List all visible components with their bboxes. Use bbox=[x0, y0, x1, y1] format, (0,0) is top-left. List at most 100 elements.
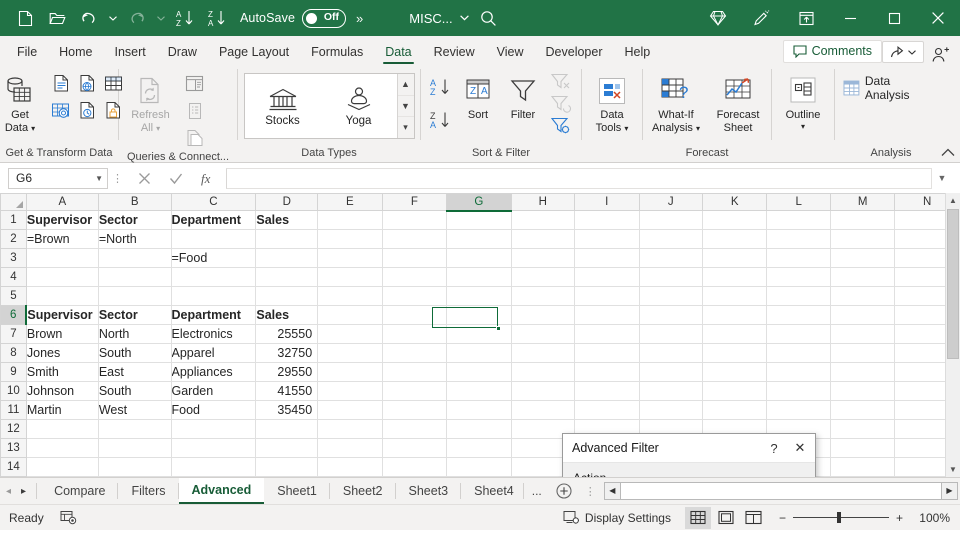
column-header-B[interactable]: B bbox=[97, 193, 172, 211]
table-row[interactable]: 7 Brown North Electronics 25550 bbox=[0, 324, 960, 344]
cell-I7[interactable] bbox=[574, 324, 640, 344]
pen-icon[interactable] bbox=[740, 0, 784, 36]
cell-A10[interactable]: Johnson bbox=[26, 381, 99, 401]
outline-button[interactable]: Outline ▾ bbox=[775, 70, 831, 131]
cell-K3[interactable] bbox=[702, 248, 768, 268]
cell-C5[interactable] bbox=[171, 286, 257, 306]
row-header-3[interactable]: 3 bbox=[0, 248, 27, 268]
close-icon[interactable]: ✕ bbox=[787, 435, 813, 461]
table-row[interactable]: 5 bbox=[0, 286, 960, 306]
cell-C15[interactable] bbox=[171, 476, 257, 477]
cell-F14[interactable] bbox=[382, 457, 448, 477]
row-header-6[interactable]: 6 bbox=[0, 305, 28, 325]
recent-sources-icon[interactable] bbox=[74, 97, 100, 124]
sheet-tab-filters[interactable]: Filters bbox=[118, 478, 179, 504]
cell-E11[interactable] bbox=[317, 400, 383, 420]
cell-M13[interactable] bbox=[830, 438, 896, 458]
cell-A2[interactable]: =Brown bbox=[26, 229, 99, 249]
row-header-1[interactable]: 1 bbox=[0, 210, 27, 230]
cell-B13[interactable] bbox=[98, 438, 172, 458]
cell-D12[interactable] bbox=[255, 419, 319, 439]
cell-C6[interactable]: Department bbox=[171, 305, 257, 325]
scroll-left-icon[interactable]: ◀ bbox=[603, 481, 621, 500]
column-header-G[interactable]: G bbox=[446, 193, 512, 212]
queries-connections-icon[interactable] bbox=[182, 70, 208, 97]
cell-D13[interactable] bbox=[255, 438, 319, 458]
cell-F6[interactable] bbox=[382, 305, 448, 325]
cell-J10[interactable] bbox=[639, 381, 703, 401]
tab-developer[interactable]: Developer bbox=[535, 42, 614, 64]
zoom-in-button[interactable]: + bbox=[896, 511, 903, 525]
cell-G4[interactable] bbox=[446, 267, 512, 287]
cell-K11[interactable] bbox=[702, 400, 768, 420]
redo-dropdown-icon[interactable] bbox=[154, 4, 168, 32]
account-icon[interactable] bbox=[924, 47, 960, 64]
maximize-button[interactable] bbox=[872, 0, 916, 36]
sort-descending-icon[interactable]: ZA bbox=[426, 103, 456, 136]
from-text-csv-icon[interactable] bbox=[48, 70, 74, 97]
cancel-icon[interactable] bbox=[128, 167, 160, 189]
next-sheet-icon[interactable]: ▸ bbox=[21, 486, 26, 497]
cell-H1[interactable] bbox=[511, 210, 576, 230]
cell-K6[interactable] bbox=[702, 305, 768, 325]
cell-M10[interactable] bbox=[830, 381, 896, 401]
row-header-8[interactable]: 8 bbox=[0, 343, 27, 363]
cell-H6[interactable] bbox=[511, 305, 576, 325]
table-row[interactable]: 4 bbox=[0, 267, 960, 287]
cell-G13[interactable] bbox=[446, 438, 512, 458]
from-picture-icon[interactable] bbox=[48, 97, 74, 124]
column-header-K[interactable]: K bbox=[701, 193, 768, 211]
table-row[interactable]: 3 =Food bbox=[0, 248, 960, 268]
row-header-15[interactable]: 15 bbox=[0, 476, 27, 477]
sort-button[interactable]: ZA Sort bbox=[456, 70, 500, 122]
column-header-D[interactable]: D bbox=[255, 193, 319, 211]
cell-K4[interactable] bbox=[702, 267, 768, 287]
cell-A15[interactable] bbox=[26, 476, 99, 477]
data-type-stocks[interactable]: Stocks bbox=[245, 74, 321, 138]
cell-I1[interactable] bbox=[574, 210, 640, 230]
cell-H10[interactable] bbox=[511, 381, 576, 401]
cell-L8[interactable] bbox=[766, 343, 831, 363]
cell-G11[interactable] bbox=[446, 400, 512, 420]
tab-review[interactable]: Review bbox=[423, 42, 486, 64]
horizontal-scrollbar[interactable]: ◀ ▶ bbox=[603, 478, 960, 504]
what-if-analysis-button[interactable]: ? What-If Analysis ▾ bbox=[646, 70, 706, 135]
cell-F7[interactable] bbox=[382, 324, 448, 344]
tab-data[interactable]: Data bbox=[374, 42, 422, 64]
minimize-button[interactable] bbox=[828, 0, 872, 36]
cell-G10[interactable] bbox=[446, 381, 512, 401]
cell-B15[interactable] bbox=[98, 476, 172, 477]
cell-I5[interactable] bbox=[574, 286, 640, 306]
cell-D6[interactable]: Sales bbox=[255, 305, 319, 325]
cell-C12[interactable] bbox=[171, 419, 257, 439]
cell-J2[interactable] bbox=[639, 229, 703, 249]
cell-B8[interactable]: South bbox=[98, 343, 172, 363]
name-box-dropdown-icon[interactable]: ▼ bbox=[95, 174, 103, 183]
vertical-scrollbar[interactable]: ▲ ▼ bbox=[945, 193, 960, 477]
cell-E2[interactable] bbox=[317, 229, 383, 249]
gallery-scroll-down-icon[interactable]: ▼ bbox=[397, 96, 414, 118]
cell-L10[interactable] bbox=[766, 381, 831, 401]
cell-B2[interactable]: =North bbox=[98, 229, 172, 249]
cell-A3[interactable] bbox=[26, 248, 99, 268]
cell-E10[interactable] bbox=[317, 381, 383, 401]
column-header-A[interactable]: A bbox=[25, 193, 99, 211]
undo-icon[interactable] bbox=[74, 4, 104, 32]
cell-A9[interactable]: Smith bbox=[26, 362, 99, 382]
cell-D2[interactable] bbox=[255, 229, 319, 249]
tab-insert[interactable]: Insert bbox=[104, 42, 157, 64]
cell-M6[interactable] bbox=[830, 305, 896, 325]
zoom-slider[interactable] bbox=[792, 512, 889, 523]
row-header-11[interactable]: 11 bbox=[0, 400, 27, 420]
cell-B6[interactable]: Sector bbox=[98, 305, 172, 325]
table-row[interactable]: 1 Supervisor Sector Department Sales bbox=[0, 210, 960, 230]
cell-A13[interactable] bbox=[26, 438, 99, 458]
edit-links-icon[interactable] bbox=[182, 124, 208, 151]
tab-home[interactable]: Home bbox=[48, 42, 103, 64]
cell-D11[interactable]: 35450 bbox=[255, 400, 319, 420]
cell-B10[interactable]: South bbox=[98, 381, 172, 401]
cell-H3[interactable] bbox=[511, 248, 576, 268]
cell-M7[interactable] bbox=[830, 324, 896, 344]
data-analysis-button[interactable]: Data Analysis bbox=[841, 70, 941, 102]
cell-D14[interactable] bbox=[255, 457, 319, 477]
